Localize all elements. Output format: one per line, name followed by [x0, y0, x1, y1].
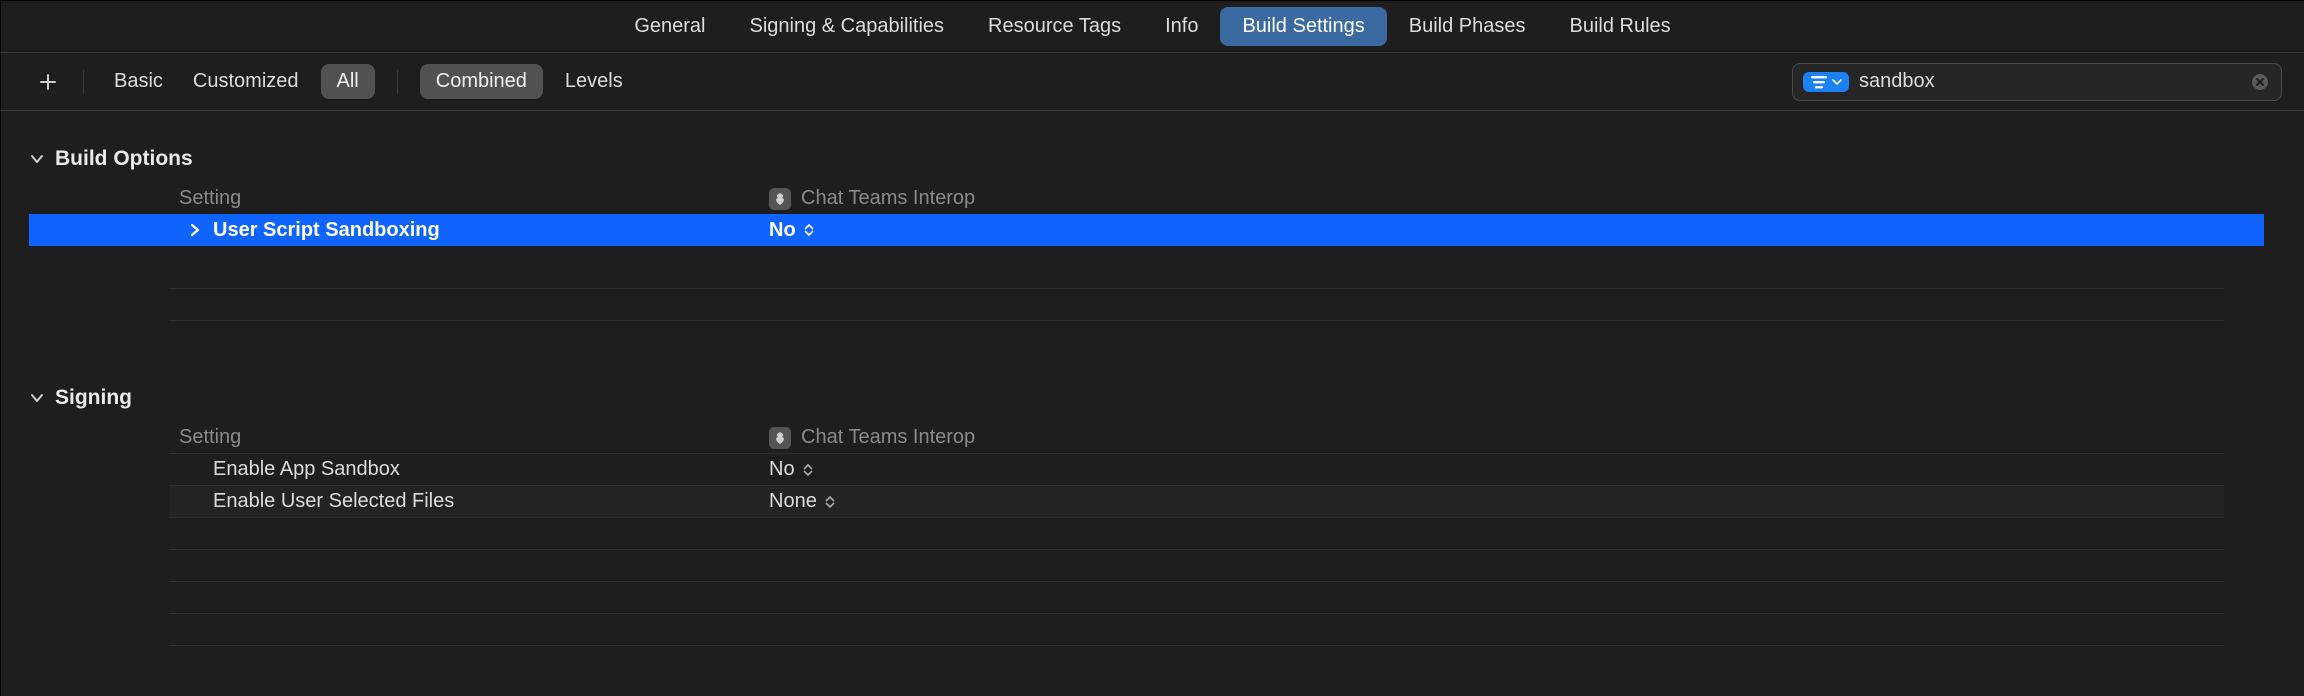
search-input[interactable]	[1859, 70, 2239, 93]
setting-value: No	[769, 458, 795, 481]
column-header-row: Setting Chat Teams Interop	[29, 422, 2264, 453]
view-levels[interactable]: Levels	[557, 64, 631, 99]
toolbar-separator	[397, 70, 398, 94]
setting-value: None	[769, 490, 817, 513]
filter-all[interactable]: All	[321, 64, 375, 99]
app-target-icon	[769, 188, 791, 210]
scope-lines-icon	[1810, 75, 1828, 89]
setting-name-cell: User Script Sandboxing	[29, 219, 769, 242]
toolbar-separator	[83, 70, 84, 94]
settings-body: Build Options Setting Chat Teams Interop	[1, 111, 2304, 696]
setting-name: Enable User Selected Files	[213, 490, 454, 513]
row-enable-app-sandbox[interactable]: Enable App Sandbox No	[169, 453, 2224, 485]
chevron-down-icon	[29, 390, 45, 406]
tab-build-rules[interactable]: Build Rules	[1548, 7, 1693, 46]
settings-rows: User Script Sandboxing No	[29, 214, 2264, 246]
app-target-icon	[769, 427, 791, 449]
tab-build-phases[interactable]: Build Phases	[1387, 7, 1548, 46]
build-settings-toolbar: Basic Customized All Combined Levels	[1, 53, 2304, 111]
tab-signing-capabilities[interactable]: Signing & Capabilities	[727, 7, 966, 46]
chevron-right-icon[interactable]	[189, 223, 201, 237]
setting-name-cell: Enable App Sandbox	[169, 458, 769, 481]
setting-value: No	[769, 219, 796, 242]
tab-build-settings[interactable]: Build Settings	[1220, 7, 1386, 46]
view-mode-segment: Combined Levels	[420, 64, 631, 99]
add-build-setting-button[interactable]	[35, 69, 61, 95]
setting-name-cell: Enable User Selected Files	[169, 490, 769, 513]
tab-info[interactable]: Info	[1143, 7, 1220, 46]
filter-customized[interactable]: Customized	[185, 64, 307, 99]
chevron-down-icon	[29, 151, 45, 167]
section-title: Signing	[55, 386, 132, 410]
tab-resource-tags[interactable]: Resource Tags	[966, 7, 1143, 46]
column-header-target: Chat Teams Interop	[769, 426, 975, 449]
setting-value-cell[interactable]: No	[769, 458, 813, 481]
setting-name: Enable App Sandbox	[213, 458, 400, 481]
setting-value-cell[interactable]: No	[769, 219, 814, 242]
chevron-down-icon	[1832, 77, 1842, 87]
tab-general[interactable]: General	[612, 7, 727, 46]
target-name: Chat Teams Interop	[801, 426, 975, 449]
section-signing-header[interactable]: Signing	[29, 386, 2264, 410]
setting-value-cell[interactable]: None	[769, 490, 835, 513]
dropdown-stepper-icon	[803, 464, 813, 476]
filter-mode-segment: Basic Customized All	[106, 64, 375, 99]
dropdown-stepper-icon	[804, 224, 814, 236]
target-tabs: General Signing & Capabilities Resource …	[1, 1, 2304, 53]
clear-search-button[interactable]	[2249, 71, 2271, 93]
signing-rows: Enable App Sandbox No Enable User Select…	[169, 453, 2224, 677]
dropdown-stepper-icon	[825, 496, 835, 508]
column-header-setting: Setting	[29, 187, 769, 210]
row-user-script-sandboxing[interactable]: User Script Sandboxing No	[29, 214, 2264, 246]
column-header-setting: Setting	[29, 426, 769, 449]
search-field[interactable]	[1792, 63, 2282, 101]
row-enable-user-selected-files[interactable]: Enable User Selected Files None	[169, 485, 2224, 517]
section-signing: Signing Setting Chat Teams Interop Enabl…	[29, 386, 2264, 677]
setting-name: User Script Sandboxing	[213, 219, 440, 242]
section-build-options: Build Options Setting Chat Teams Interop	[29, 147, 2264, 352]
view-combined[interactable]: Combined	[420, 64, 543, 99]
clear-icon	[2251, 73, 2269, 91]
column-header-target: Chat Teams Interop	[769, 187, 975, 210]
target-name: Chat Teams Interop	[801, 187, 975, 210]
empty-rules	[29, 256, 2264, 352]
search-scope-button[interactable]	[1803, 72, 1849, 92]
section-build-options-header[interactable]: Build Options	[29, 147, 2264, 171]
filter-basic[interactable]: Basic	[106, 64, 171, 99]
plus-icon	[38, 72, 58, 92]
editor-pane: General Signing & Capabilities Resource …	[0, 0, 2304, 696]
section-title: Build Options	[55, 147, 193, 171]
column-header-row: Setting Chat Teams Interop	[29, 183, 2264, 214]
